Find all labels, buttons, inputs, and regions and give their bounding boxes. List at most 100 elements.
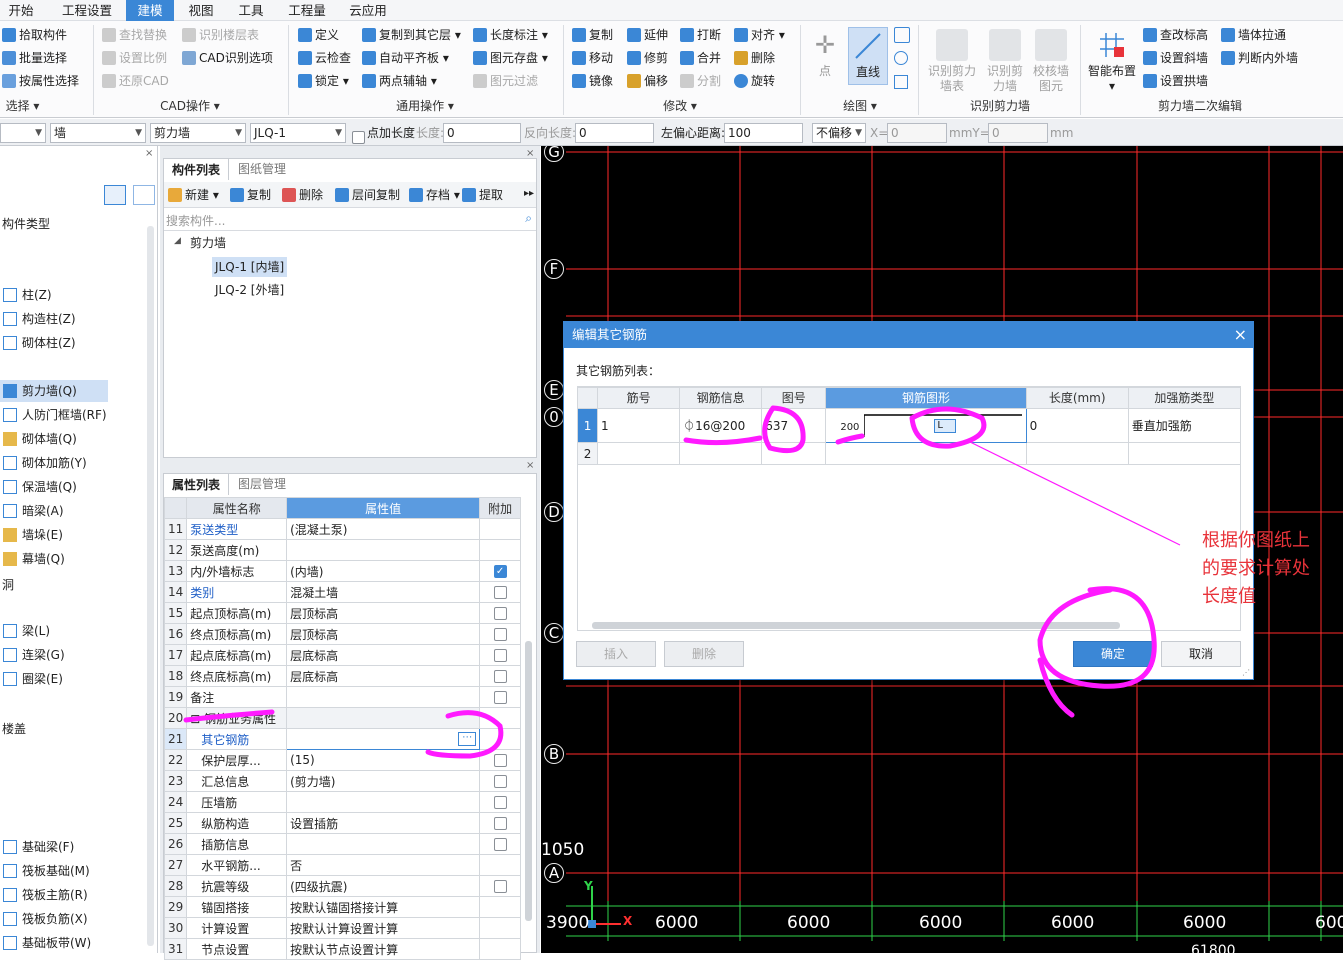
move-button[interactable]: 移动: [572, 48, 613, 68]
table-row[interactable]: 20 ⊟ 钢筋业务属性: [163, 707, 521, 729]
shape-length-input[interactable]: L: [934, 419, 957, 433]
menu-start[interactable]: 开始: [0, 0, 42, 21]
close-icon[interactable]: ×: [1234, 322, 1247, 348]
cad-options-button[interactable]: CAD识别选项: [182, 48, 273, 68]
table-row[interactable]: 19 备注: [163, 686, 521, 708]
bar-info-cell[interactable]: [679, 442, 763, 465]
attach-checkbox[interactable]: [493, 691, 507, 704]
circle-icon[interactable]: [894, 51, 908, 65]
horizontal-scrollbar[interactable]: [592, 622, 1120, 629]
table-row[interactable]: 16 终点顶标高(m) 层顶标高: [163, 623, 521, 645]
rectangle-icon[interactable]: [894, 75, 908, 89]
table-row[interactable]: 24 压墙筋: [163, 791, 521, 813]
lock-button[interactable]: 锁定 ▾: [298, 71, 349, 91]
reinforcement-type-cell[interactable]: 垂直加强筋: [1127, 408, 1242, 443]
group-modify[interactable]: 修改 ▾: [650, 97, 710, 115]
property-name[interactable]: 其它钢筋: [186, 728, 288, 750]
attach-checkbox[interactable]: [493, 880, 507, 893]
property-name[interactable]: 压墙筋: [186, 791, 288, 813]
copy-button[interactable]: 复制: [572, 25, 613, 45]
attach-checkbox[interactable]: [493, 649, 507, 662]
group-draw[interactable]: 绘图 ▾: [830, 97, 890, 115]
recognize-wall-table-button[interactable]: 识别剪力墙表: [925, 29, 979, 94]
nav-civil-defense-wall[interactable]: 人防门框墙(RF): [0, 404, 107, 426]
arc-icon[interactable]: [894, 27, 910, 43]
smart-layout-button[interactable]: 智能布置 ▾: [1086, 29, 1138, 94]
property-value[interactable]: 层底标高: [286, 644, 481, 666]
length-cell[interactable]: 0: [1025, 408, 1129, 443]
property-value[interactable]: 按默认计算设置计算: [286, 917, 481, 939]
find-replace-button[interactable]: 查找替换: [102, 25, 167, 45]
select-by-property-button[interactable]: 按属性选择: [2, 71, 79, 91]
nav-wall-pier[interactable]: 墙垛(E): [0, 524, 63, 546]
attach-cell[interactable]: [479, 791, 521, 813]
nav-masonry-column[interactable]: 砌体柱(Z): [0, 332, 76, 354]
category-floor[interactable]: 楼盖: [2, 720, 26, 737]
attach-cell[interactable]: [479, 623, 521, 645]
row-index[interactable]: 2: [576, 442, 599, 465]
edit-elevation-button[interactable]: 查改标高: [1143, 25, 1208, 45]
cancel-button[interactable]: 取消: [1161, 641, 1241, 667]
extract-button[interactable]: 提取: [462, 185, 503, 205]
two-point-axis-button[interactable]: 两点辅轴 ▾: [362, 71, 437, 91]
judge-inner-outer-wall-button[interactable]: 判断内外墙: [1221, 48, 1298, 68]
x-input[interactable]: 0: [887, 123, 947, 143]
recognize-wall-button[interactable]: 识别剪力墙: [983, 29, 1027, 94]
menu-view[interactable]: 视图: [180, 0, 222, 21]
nav-construction-column[interactable]: 构造柱(Z): [0, 308, 76, 330]
scrollbar[interactable]: [147, 226, 154, 946]
property-name[interactable]: 锚固搭接: [186, 896, 288, 918]
attach-checkbox[interactable]: [493, 586, 507, 599]
table-row[interactable]: 25 纵筋构造 设置插筋: [163, 812, 521, 834]
attach-cell[interactable]: [479, 833, 521, 855]
row-index[interactable]: 1: [576, 408, 599, 443]
table-row[interactable]: 21 其它钢筋 ⋯: [163, 728, 521, 750]
search-box[interactable]: 搜索构件... ⌕: [164, 209, 536, 231]
point-button[interactable]: ✛ 点: [808, 29, 842, 79]
nav-curtain-wall[interactable]: 幕墙(Q): [0, 548, 65, 570]
break-button[interactable]: 打断: [680, 25, 721, 45]
nav-column[interactable]: 柱(Z): [0, 284, 52, 306]
tree-root-shear-wall[interactable]: 剪力墙: [190, 234, 226, 251]
cloud-check-button[interactable]: 云检查: [298, 48, 351, 68]
table-row[interactable]: 30 计算设置 按默认计算设置计算: [163, 917, 521, 939]
reverse-length-input[interactable]: 0: [575, 123, 654, 143]
attach-cell[interactable]: [479, 602, 521, 624]
resize-grip-icon[interactable]: ⋰: [1242, 668, 1250, 677]
table-row[interactable]: 22 保护层厚... (15): [163, 749, 521, 771]
property-name[interactable]: 抗震等级: [186, 875, 288, 897]
bar-shape-cell[interactable]: 200 L: [825, 408, 1027, 443]
property-value[interactable]: 按默认节点设置计算: [286, 938, 481, 960]
interfloor-copy-button[interactable]: 层间复制: [335, 185, 400, 205]
ellipsis-button[interactable]: ⋯: [458, 732, 477, 746]
table-row[interactable]: 18 终点底标高(m) 层底标高: [163, 665, 521, 687]
property-name[interactable]: 汇总信息: [186, 770, 288, 792]
nav-raft-foundation[interactable]: 筏板基础(M): [0, 860, 90, 882]
table-row[interactable]: 28 抗震等级 (四级抗震): [163, 875, 521, 897]
attach-cell[interactable]: [479, 665, 521, 687]
floor-select[interactable]: ▼: [0, 123, 46, 143]
align-button[interactable]: 对齐 ▾: [734, 25, 785, 45]
search-input[interactable]: 搜索构件...: [166, 212, 225, 229]
bar-info-cell[interactable]: ⏀16@200: [679, 408, 763, 443]
property-value[interactable]: (剪力墙): [286, 770, 481, 792]
property-name[interactable]: 水平钢筋...: [186, 854, 288, 876]
length-dimension-button[interactable]: 长度标注 ▾: [473, 25, 548, 45]
split-button[interactable]: 分割: [680, 71, 721, 91]
close-icon[interactable]: ×: [526, 460, 534, 471]
tab-component-list[interactable]: 构件列表: [163, 158, 230, 180]
property-value[interactable]: ⋯: [286, 728, 481, 750]
table-row[interactable]: 2: [576, 442, 1242, 465]
attach-checkbox[interactable]: [493, 838, 507, 851]
property-value[interactable]: 层顶标高: [286, 623, 481, 645]
nav-shear-wall[interactable]: 剪力墙(Q): [0, 380, 108, 402]
batch-select-button[interactable]: 批量选择: [2, 48, 67, 68]
length-input[interactable]: 0: [443, 123, 521, 143]
check-wall-button[interactable]: 校核墙图元: [1030, 29, 1072, 94]
property-name[interactable]: 泵送高度(m): [186, 539, 288, 561]
property-value[interactable]: (混凝土泵): [286, 518, 481, 540]
subtype-select[interactable]: 剪力墙 ▼: [150, 123, 246, 143]
property-value[interactable]: [286, 539, 481, 561]
table-row[interactable]: 1 1 ⏀16@200 637 200 L 0 垂直加强筋: [576, 408, 1242, 443]
list-view-icon[interactable]: [104, 185, 126, 205]
